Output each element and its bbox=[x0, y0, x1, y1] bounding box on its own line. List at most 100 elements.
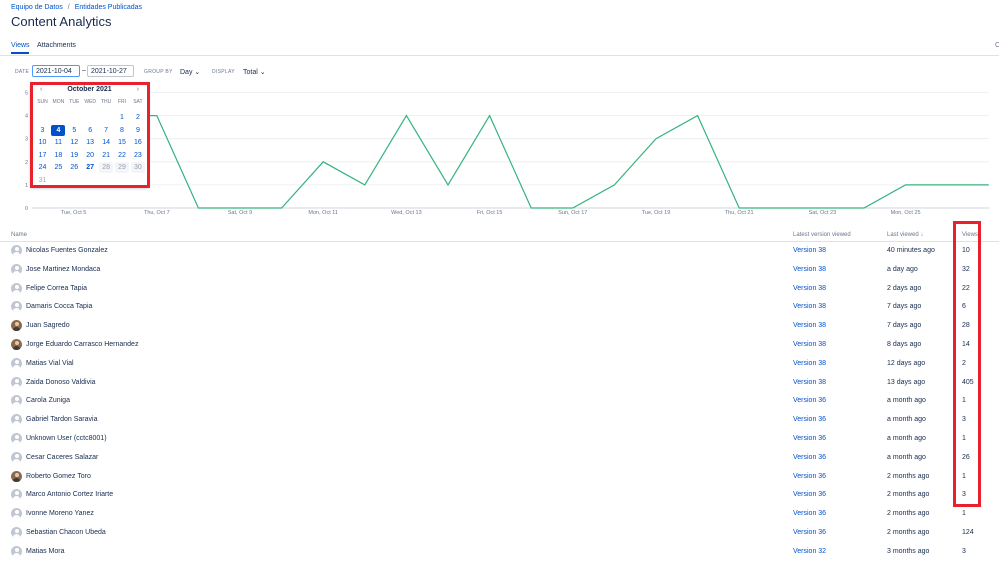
table-row: Matias Vial VialVersion 3812 days ago2 bbox=[0, 355, 999, 374]
table-row: Cesar Caceres Salazar Version 36 a month a… bbox=[0, 449, 999, 468]
date-from-input[interactable]: 2021-10-04 bbox=[32, 65, 80, 77]
version-link[interactable]: Version 38 bbox=[793, 285, 826, 292]
column-header-last-viewed[interactable]: Last viewed ↓ bbox=[887, 232, 923, 238]
version-link[interactable]: Version 38 bbox=[793, 303, 826, 310]
last-viewed: a day ago bbox=[887, 266, 918, 273]
version-link[interactable]: Version 36 bbox=[793, 435, 826, 442]
user-name[interactable]: Matias Mora bbox=[26, 548, 65, 555]
display-select[interactable]: Total ⌄ bbox=[243, 68, 266, 76]
y-tick-label: 5 bbox=[25, 91, 28, 97]
version-link[interactable]: Version 36 bbox=[793, 416, 826, 423]
last-viewed: 40 minutes ago bbox=[887, 247, 935, 254]
user-name[interactable]: Ivonne Moreno Yanez bbox=[26, 510, 94, 517]
avatar bbox=[11, 508, 22, 519]
version-link[interactable]: Version 36 bbox=[793, 454, 826, 461]
tab-bar: Views Attachments C bbox=[0, 37, 999, 56]
last-viewed: a month ago bbox=[887, 435, 926, 442]
x-tick-label: Tue, Oct 19 bbox=[642, 210, 671, 216]
user-name[interactable]: Cesar Caceres Salazar bbox=[26, 454, 98, 461]
version-link[interactable]: Version 38 bbox=[793, 322, 826, 329]
user-name[interactable]: Felipe Correa Tapia bbox=[26, 285, 87, 292]
tab-views[interactable]: Views bbox=[11, 42, 30, 49]
table-row: Juan SagredoVersion 387 days ago28 bbox=[0, 317, 999, 336]
avatar bbox=[11, 301, 22, 312]
table-row: Sebastian Chacon Ubeda Version 36 2 months… bbox=[0, 524, 999, 543]
user-name[interactable]: Sebastian Chacon Ubeda bbox=[26, 529, 106, 536]
last-viewed: a month ago bbox=[887, 416, 926, 423]
table-row: Unknown User (cctc8001) Version 36 a month… bbox=[0, 430, 999, 449]
breadcrumb: Equipo de Datos / Entidades Publicadas bbox=[11, 4, 142, 11]
user-name[interactable]: Marco Antonio Cortez Iriarte bbox=[26, 491, 113, 498]
last-viewed-label: Last viewed bbox=[887, 232, 919, 238]
table-header: Name Latest version viewed Last viewed ↓… bbox=[0, 230, 999, 242]
x-tick-label: Sat, Oct 9 bbox=[228, 210, 252, 216]
version-link[interactable]: Version 38 bbox=[793, 341, 826, 348]
table-row: Damaris Cocca TapiaVersion 387 days ago6 bbox=[0, 298, 999, 317]
version-link[interactable]: Version 36 bbox=[793, 473, 826, 480]
user-name[interactable]: Juan Sagredo bbox=[26, 322, 70, 329]
display-label: DISPLAY bbox=[212, 69, 235, 75]
user-name[interactable]: Gabriel Tardon Saravia bbox=[26, 416, 97, 423]
table-row: Ivonne Moreno YanezVersion 362 months ag… bbox=[0, 505, 999, 524]
version-link[interactable]: Version 38 bbox=[793, 379, 826, 386]
user-name[interactable]: Jose Martinez Mondaca bbox=[26, 266, 100, 273]
last-viewed: 2 months ago bbox=[887, 473, 929, 480]
views-count: 124 bbox=[962, 529, 974, 536]
page-title: Content Analytics bbox=[11, 14, 111, 29]
avatar bbox=[11, 320, 22, 331]
last-viewed: 2 months ago bbox=[887, 529, 929, 536]
version-link[interactable]: Version 32 bbox=[793, 548, 826, 555]
avatar bbox=[11, 245, 22, 256]
y-tick-label: 0 bbox=[25, 206, 28, 212]
user-name[interactable]: Matias Vial Vial bbox=[26, 360, 74, 367]
filter-bar: DATE 2021-10-04 – 2021-10-27 GROUP BY Da… bbox=[0, 64, 999, 80]
date-range-separator: – bbox=[82, 67, 86, 74]
last-viewed: a month ago bbox=[887, 397, 926, 404]
breadcrumb-link-published-entities[interactable]: Entidades Publicadas bbox=[75, 4, 142, 11]
x-tick-label: Sun, Oct 17 bbox=[558, 210, 587, 216]
column-header-version[interactable]: Latest version viewed bbox=[793, 232, 851, 238]
last-viewed: a month ago bbox=[887, 454, 926, 461]
version-link[interactable]: Version 36 bbox=[793, 529, 826, 536]
refresh-icon[interactable]: C bbox=[995, 42, 999, 49]
last-viewed: 13 days ago bbox=[887, 379, 925, 386]
y-tick-label: 4 bbox=[25, 114, 28, 120]
avatar bbox=[11, 489, 22, 500]
last-viewed: 7 days ago bbox=[887, 322, 921, 329]
avatar bbox=[11, 452, 22, 463]
last-viewed: 2 days ago bbox=[887, 285, 921, 292]
column-header-name[interactable]: Name bbox=[11, 232, 27, 238]
date-to-input[interactable]: 2021-10-27 bbox=[87, 65, 134, 77]
user-name[interactable]: Damaris Cocca Tapia bbox=[26, 303, 92, 310]
last-viewed: 8 days ago bbox=[887, 341, 921, 348]
display-value: Total bbox=[243, 69, 258, 76]
last-viewed: 2 months ago bbox=[887, 491, 929, 498]
version-link[interactable]: Version 38 bbox=[793, 247, 826, 254]
user-name[interactable]: Jorge Eduardo Carrasco Hernandez bbox=[26, 341, 138, 348]
version-link[interactable]: Version 38 bbox=[793, 360, 826, 367]
x-tick-label: Tue, Oct 5 bbox=[61, 210, 86, 216]
version-link[interactable]: Version 36 bbox=[793, 397, 826, 404]
table-row: Nicolas Fuentes Gonzalez Version 38 40 min… bbox=[0, 242, 999, 261]
x-tick-label: Mon, Oct 25 bbox=[891, 210, 921, 216]
version-link[interactable]: Version 38 bbox=[793, 266, 826, 273]
user-name[interactable]: Carola Zuniga bbox=[26, 397, 70, 404]
avatar bbox=[11, 414, 22, 425]
group-by-label: GROUP BY bbox=[144, 69, 173, 75]
breadcrumb-link-team[interactable]: Equipo de Datos bbox=[11, 4, 63, 11]
group-by-select[interactable]: Day ⌄ bbox=[180, 68, 200, 76]
tab-attachments[interactable]: Attachments bbox=[37, 42, 76, 49]
x-tick-label: Thu, Oct 7 bbox=[144, 210, 170, 216]
version-link[interactable]: Version 36 bbox=[793, 491, 826, 498]
breadcrumb-separator: / bbox=[68, 4, 70, 11]
avatar bbox=[11, 546, 22, 557]
x-tick-label: Fri, Oct 15 bbox=[477, 210, 503, 216]
avatar bbox=[11, 433, 22, 444]
user-name[interactable]: Unknown User (cctc8001) bbox=[26, 435, 107, 442]
user-name[interactable]: Roberto Gomez Toro bbox=[26, 473, 91, 480]
sort-desc-icon: ↓ bbox=[920, 232, 923, 238]
table-row: Felipe Correa TapiaVersion 382 days ago2… bbox=[0, 280, 999, 299]
version-link[interactable]: Version 36 bbox=[793, 510, 826, 517]
user-name[interactable]: Nicolas Fuentes Gonzalez bbox=[26, 247, 108, 254]
user-name[interactable]: Zaida Donoso Valdivia bbox=[26, 379, 96, 386]
